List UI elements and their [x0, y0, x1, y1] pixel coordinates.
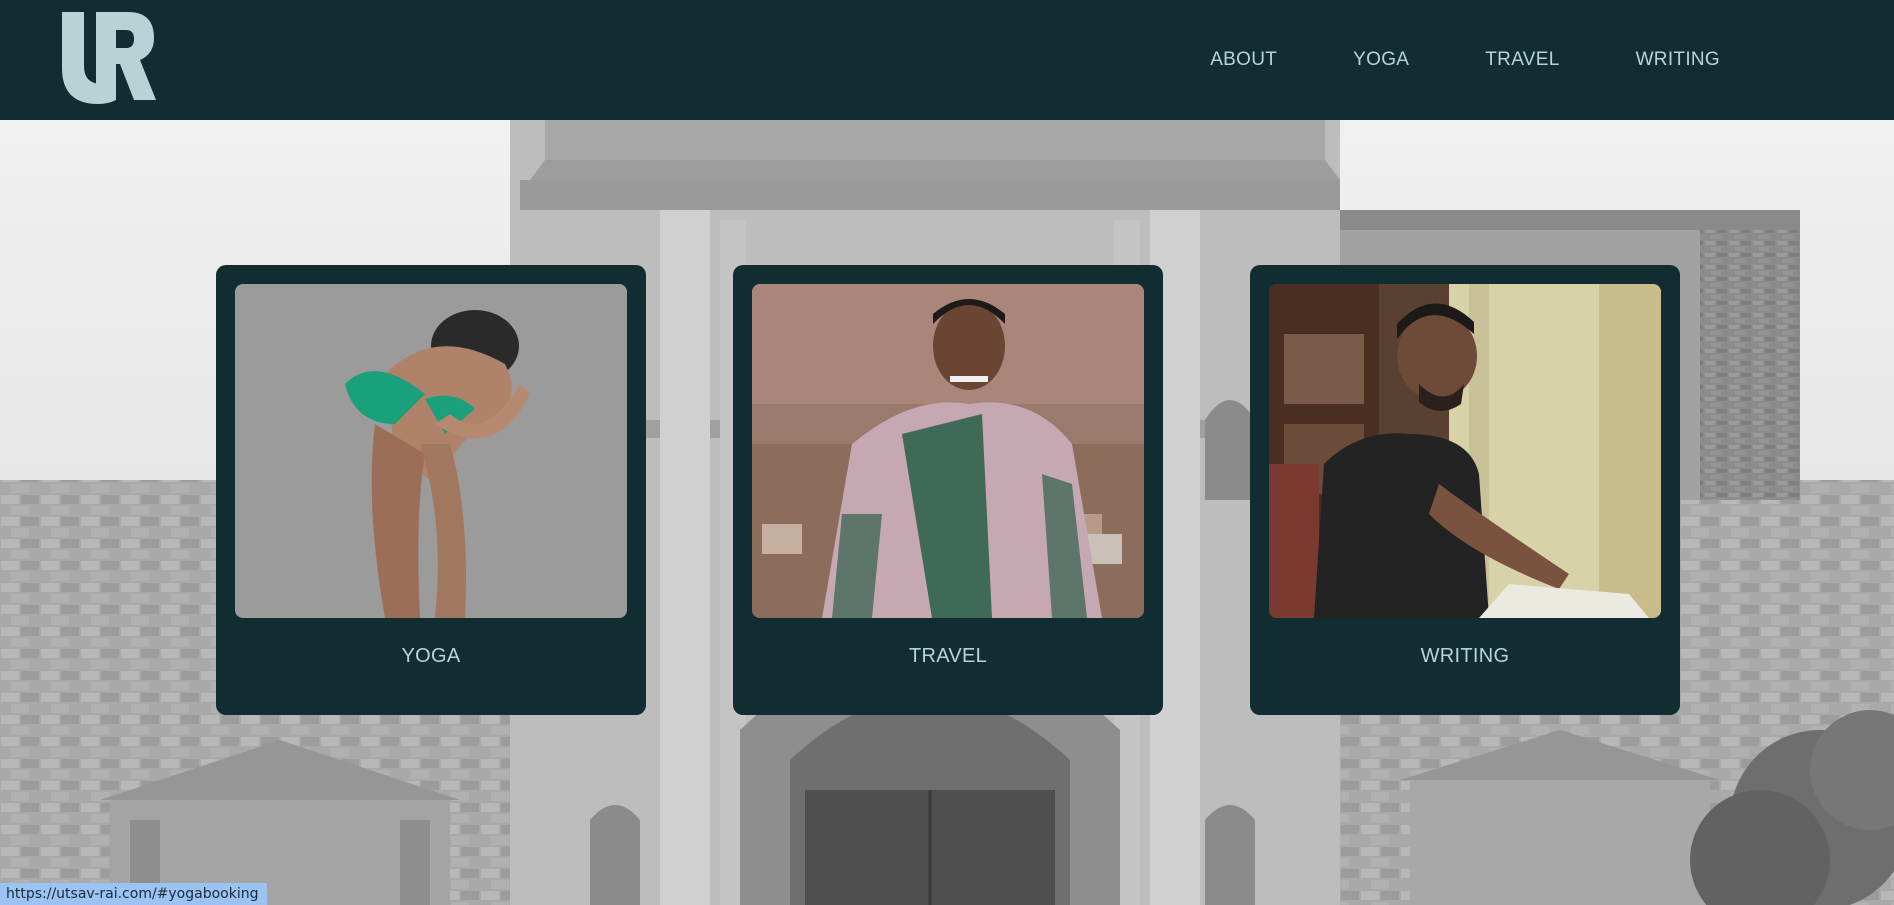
card-label-writing: WRITING: [1420, 645, 1510, 667]
nav-about[interactable]: ABOUT: [1210, 49, 1277, 71]
site-header: ABOUT YOGA TRAVEL WRITING: [0, 0, 1894, 120]
link-status-bar: https://utsav-rai.com/#yogabooking: [0, 883, 267, 905]
nav-writing[interactable]: WRITING: [1636, 49, 1720, 71]
card-travel[interactable]: TRAVEL: [733, 265, 1163, 715]
card-writing[interactable]: WRITING: [1250, 265, 1680, 715]
site-logo[interactable]: [58, 8, 158, 106]
travel-photo: [752, 284, 1144, 618]
writing-portrait-image: [1269, 284, 1661, 618]
nav-yoga[interactable]: YOGA: [1353, 49, 1409, 71]
card-label-yoga: YOGA: [401, 645, 461, 667]
yoga-pose-image: [235, 284, 627, 618]
nav-travel[interactable]: TRAVEL: [1485, 49, 1559, 71]
writing-photo: [1269, 284, 1661, 618]
travel-portrait-image: [752, 284, 1144, 618]
card-label-travel: TRAVEL: [908, 645, 988, 667]
main-nav: ABOUT YOGA TRAVEL WRITING: [1134, 0, 1720, 120]
card-yoga[interactable]: YOGA: [216, 265, 646, 715]
yoga-photo: [235, 284, 627, 618]
